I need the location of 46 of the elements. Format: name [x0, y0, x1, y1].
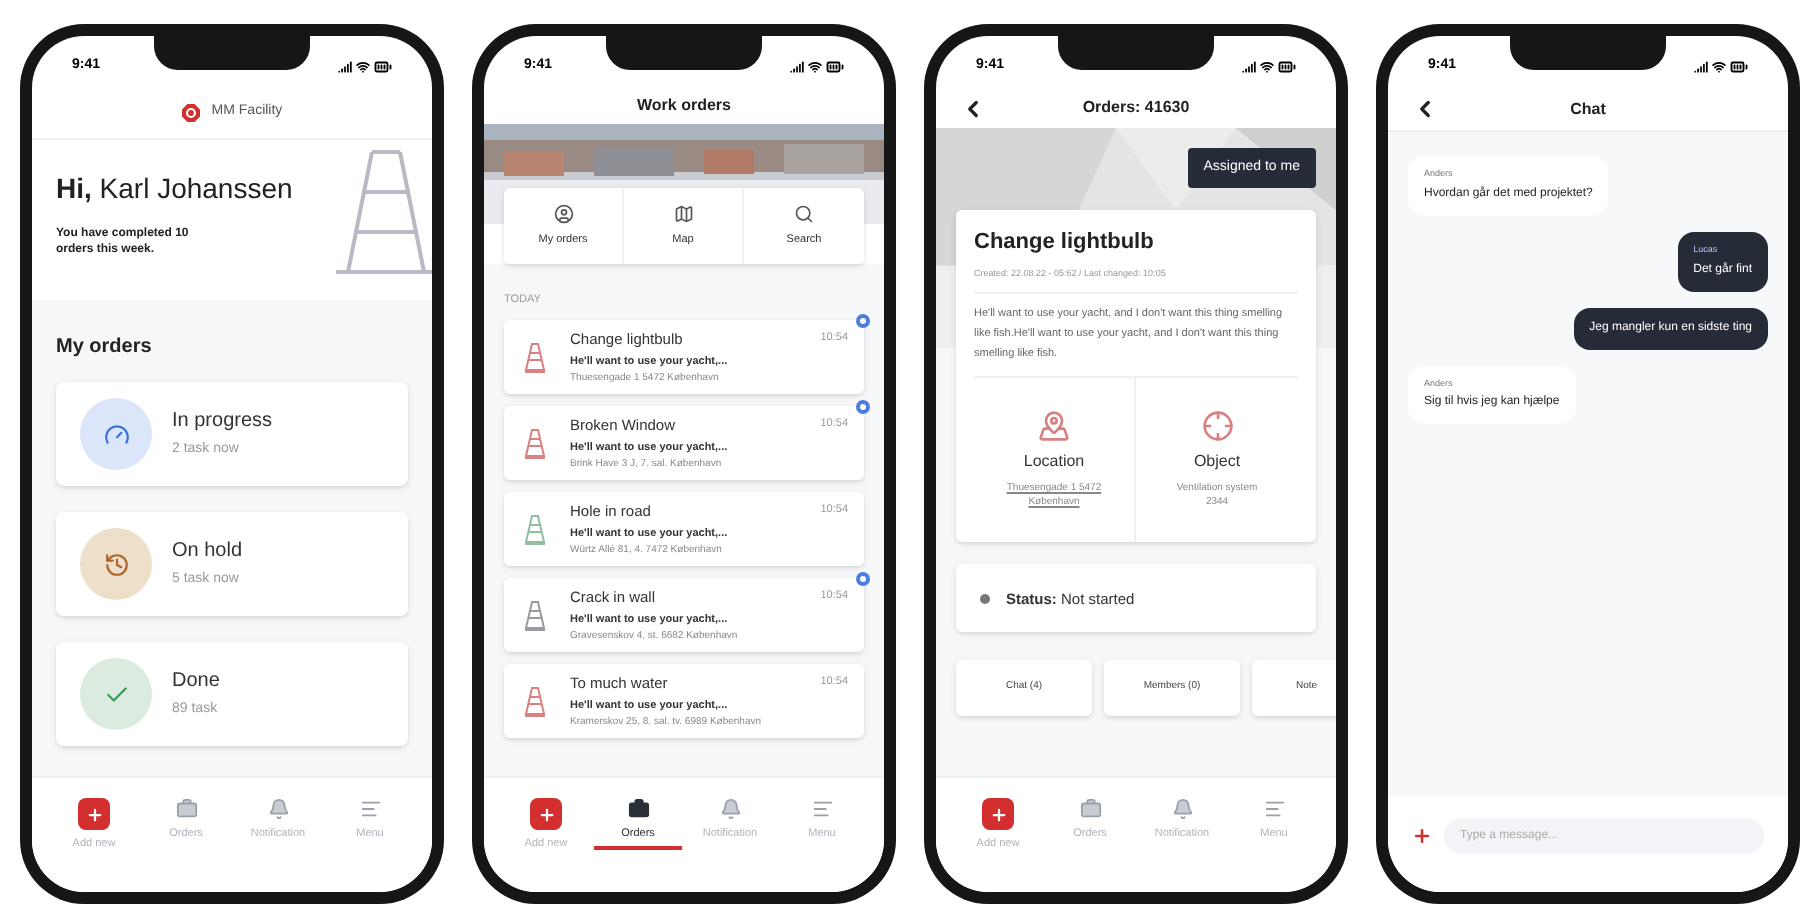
ladder-drawing: [332, 148, 432, 280]
add-icon: [78, 798, 110, 830]
greeting: Hi, Karl Johanssen: [56, 170, 295, 208]
menu-icon: [359, 798, 381, 820]
signal-icon: [790, 59, 804, 73]
battery-icon: [1278, 57, 1296, 75]
check-icon: [103, 681, 129, 707]
gauge-icon: [103, 421, 129, 447]
briefcase-icon: [1079, 798, 1101, 820]
wifi-icon: [1260, 59, 1274, 73]
briefcase-icon: [627, 798, 649, 820]
add-icon: [530, 798, 562, 830]
wifi-icon: [808, 59, 822, 73]
card-title: In progress: [172, 408, 273, 437]
add-icon[interactable]: [1412, 826, 1432, 846]
screen-title: Chat: [1570, 97, 1606, 121]
wifi-icon: [1712, 59, 1726, 73]
signal-icon: [338, 59, 352, 73]
clock-icon: [103, 551, 129, 577]
order-heading: Change lightbulb: [974, 228, 1156, 258]
battery-icon: [374, 57, 392, 75]
section-title: My orders: [56, 334, 154, 362]
card-title: On hold: [172, 538, 243, 567]
signal-icon: [1242, 59, 1256, 73]
crosshair-icon: [1201, 409, 1233, 442]
bell-icon: [719, 798, 741, 820]
wifi-icon: [356, 59, 370, 73]
map-icon: [673, 203, 693, 224]
screen-title: Orders: 41630: [1082, 96, 1190, 120]
screen-title: Work orders: [637, 94, 731, 118]
info-label: Object: [1193, 449, 1241, 474]
signal-icon: [1694, 59, 1708, 73]
person-icon: [553, 203, 573, 224]
battery-icon: [1730, 57, 1748, 75]
bell-icon: [267, 798, 289, 820]
logo-icon: [181, 104, 200, 122]
briefcase-icon: [175, 798, 197, 820]
card-title: Done: [172, 668, 220, 697]
info-label: Location: [1023, 449, 1085, 474]
map-pin-icon: [1038, 409, 1070, 442]
add-icon: [982, 798, 1014, 830]
battery-icon: [826, 57, 844, 75]
menu-icon: [811, 798, 833, 820]
bell-icon: [1171, 798, 1193, 820]
search-icon: [794, 203, 814, 224]
menu-icon: [1263, 798, 1285, 820]
